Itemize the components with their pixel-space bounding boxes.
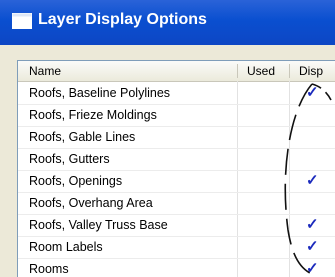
highlight-ellipse bbox=[284, 83, 332, 276]
